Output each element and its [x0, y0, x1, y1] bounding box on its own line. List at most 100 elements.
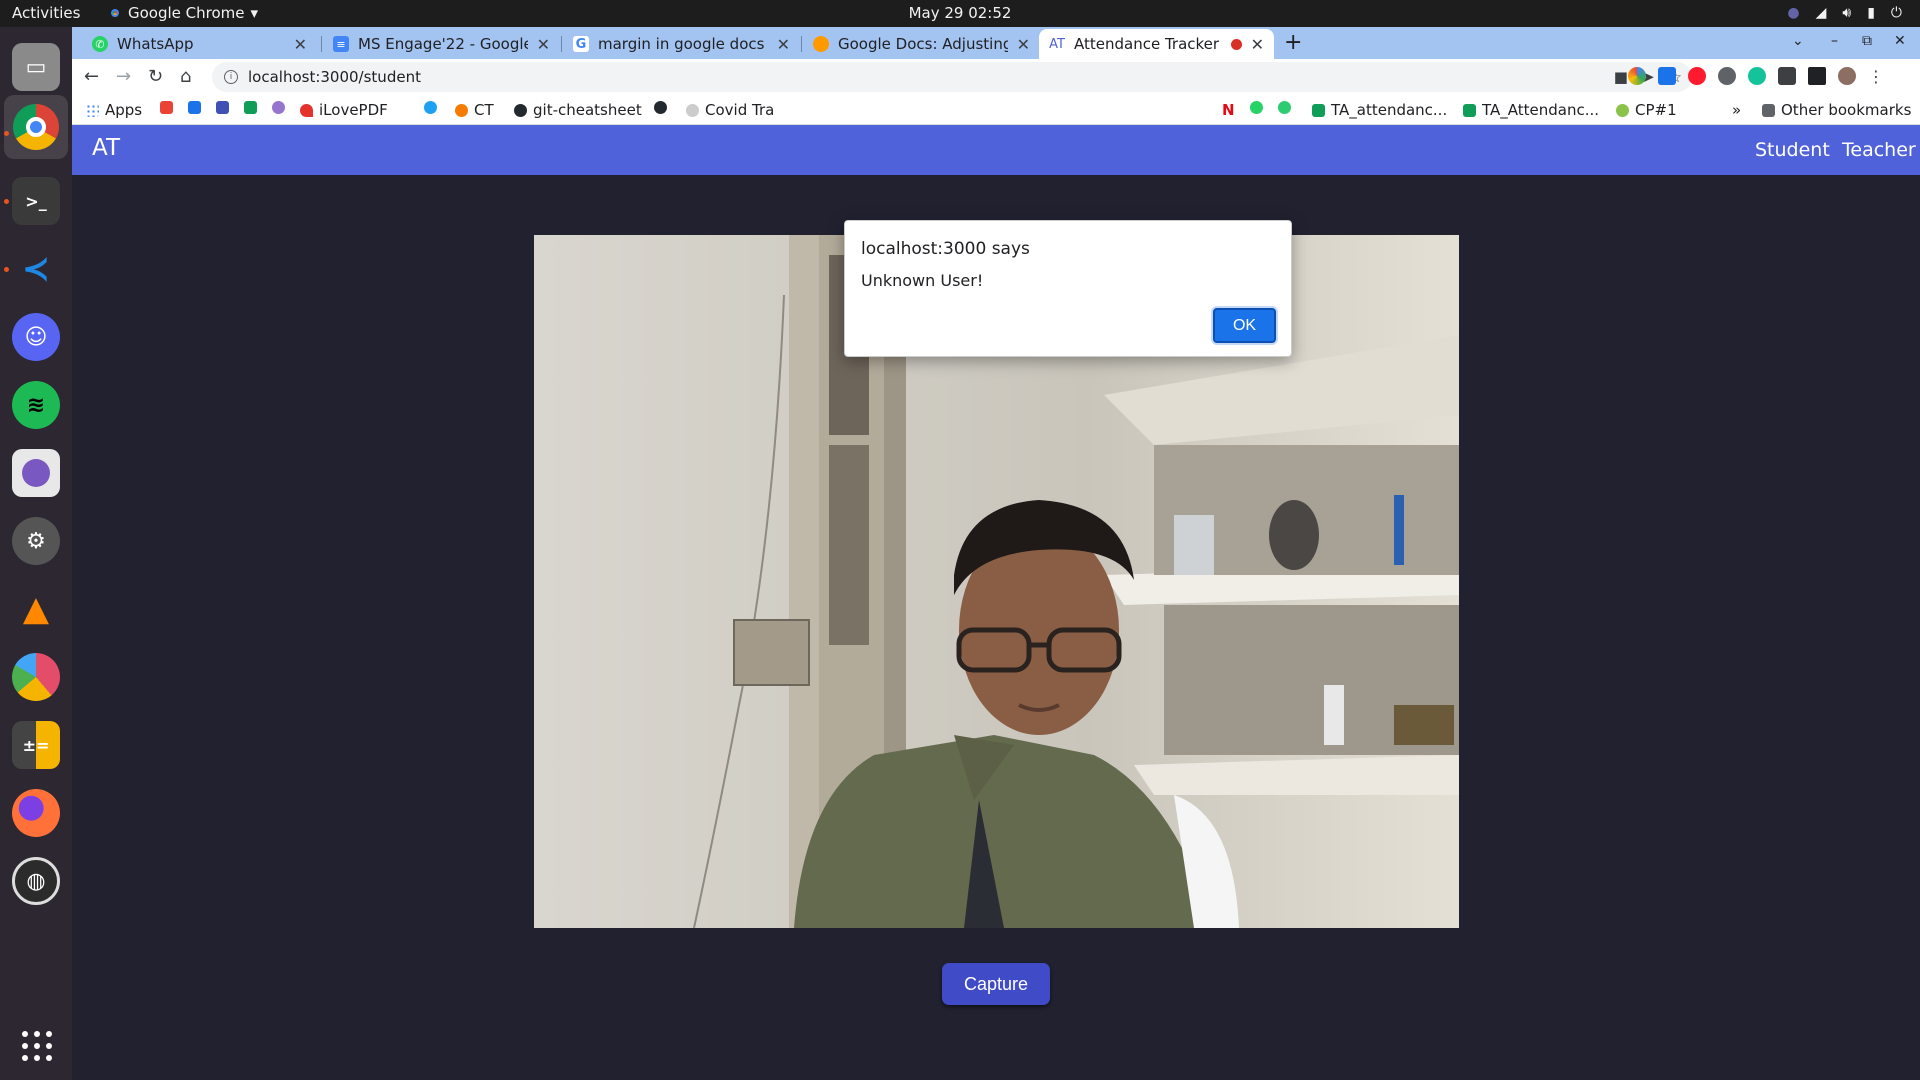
vscode-icon[interactable]: ≺ [12, 245, 60, 293]
close-icon[interactable]: ✕ [1251, 35, 1264, 54]
tab-docs-margins[interactable]: Google Docs: Adjusting Margins ✕ [803, 29, 1040, 59]
calculator-icon[interactable]: ±= [12, 721, 60, 769]
system-top-bar: Activities Google Chrome ▾ May 29 02:52 … [0, 0, 1920, 27]
at-icon: AT [1049, 36, 1065, 52]
sidebar-icon[interactable] [1808, 67, 1826, 85]
teams-icon[interactable]: ● [1787, 5, 1799, 21]
reload-icon[interactable]: ↻ [148, 66, 163, 87]
more-bookmarks-icon[interactable]: » [1732, 101, 1741, 119]
folder-icon [1762, 103, 1775, 117]
whatsapp-icon[interactable] [1250, 101, 1263, 114]
bookmark-apps[interactable]: Apps [86, 101, 142, 119]
dock: ▭ >_ ≺ ☺ ≋ ⚙ ▲ ±= ◍ [0, 27, 72, 1080]
ext-icon[interactable] [1718, 67, 1736, 85]
app-navbar: AT Student Teacher [72, 125, 1920, 175]
terminal-icon[interactable]: >_ [12, 177, 60, 225]
alert-dialog: localhost:3000 says Unknown User! OK [844, 220, 1292, 357]
heart-icon [300, 103, 313, 117]
apps-grid-icon [86, 103, 99, 117]
google-icon: G [573, 36, 589, 52]
recording-icon [1230, 38, 1242, 50]
grammarly-icon[interactable] [1748, 67, 1766, 85]
address-url: localhost:3000/student [248, 68, 421, 86]
bookmark-ilovepdf[interactable]: iLovePDF [300, 101, 388, 119]
page-content: AT Student Teacher Capture localhost:300… [72, 125, 1920, 1080]
menu-icon[interactable]: ⋮ [1868, 67, 1884, 86]
extension-icon[interactable] [1628, 67, 1646, 85]
settings-icon[interactable]: ⚙ [12, 517, 60, 565]
tab-label: MS Engage'22 - Google Docs [358, 35, 528, 53]
bookmark-icon[interactable] [216, 101, 229, 114]
twitter-icon[interactable] [424, 101, 437, 114]
obs-icon[interactable]: ◍ [12, 857, 60, 905]
files-icon[interactable]: ▭ [12, 43, 60, 91]
sheets-icon [1312, 103, 1325, 117]
drive-icon[interactable] [244, 101, 257, 114]
bookmark-cp1[interactable]: CP#1 [1616, 101, 1677, 119]
close-window-icon[interactable]: ✕ [1894, 33, 1906, 49]
wifi-icon[interactable]: ◢ [1816, 5, 1827, 21]
nav-teacher-link[interactable]: Teacher [1842, 139, 1916, 161]
vlc-icon[interactable]: ▲ [12, 585, 60, 633]
close-icon[interactable]: ✕ [1017, 35, 1030, 54]
github-icon[interactable] [654, 101, 667, 114]
tab-google-search[interactable]: G margin in google docs - Google Search … [563, 29, 800, 59]
bookmark-icon[interactable] [1278, 101, 1291, 114]
download-ext-icon[interactable] [1658, 67, 1676, 85]
close-icon[interactable]: ✕ [777, 35, 790, 54]
chrome-icon[interactable] [4, 95, 68, 159]
tab-search-icon[interactable]: ⌄ [1792, 33, 1804, 49]
puzzle-icon[interactable] [1778, 67, 1796, 85]
tab-whatsapp[interactable]: ✆ WhatsApp ✕ [82, 29, 317, 59]
capture-button[interactable]: Capture [942, 963, 1050, 1005]
tab-label: Google Docs: Adjusting Margins [838, 35, 1008, 53]
github-icon [514, 103, 527, 117]
webcam-icon[interactable] [12, 449, 60, 497]
bookmark-git-cheatsheet[interactable]: git-cheatsheet [514, 101, 642, 119]
ct-icon [455, 103, 468, 117]
clock[interactable]: May 29 02:52 [0, 4, 1920, 22]
nav-student-link[interactable]: Student [1755, 139, 1830, 161]
frog-icon [1616, 103, 1629, 117]
brand-logo[interactable]: AT [92, 135, 120, 161]
opera-ext-icon[interactable] [1688, 67, 1706, 85]
minimize-icon[interactable]: – [1831, 33, 1838, 49]
tab-label: WhatsApp [117, 35, 194, 53]
bookmark-ta-attendance-1[interactable]: TA_attendanc... [1312, 101, 1447, 119]
spotify-icon[interactable]: ≋ [12, 381, 60, 429]
bookmark-icon[interactable] [272, 101, 285, 114]
battery-icon[interactable]: ▮ [1867, 5, 1875, 21]
site-info-icon[interactable]: i [224, 70, 238, 84]
whatsapp-icon: ✆ [92, 36, 108, 52]
close-icon[interactable]: ✕ [294, 35, 307, 54]
docs-icon: ≡ [333, 36, 349, 52]
system-tray[interactable]: ● ◢ 🔊︎ ▮ ⏻ [1787, 5, 1902, 21]
tab-attendance-tracker[interactable]: AT Attendance Tracker ✕ [1039, 29, 1274, 59]
other-bookmarks[interactable]: Other bookmarks [1762, 101, 1911, 119]
forward-icon[interactable]: → [116, 66, 131, 87]
volume-icon[interactable]: 🔊︎ [1842, 5, 1851, 21]
restore-icon[interactable]: ⧉ [1862, 33, 1872, 49]
discord-icon[interactable]: ☺ [12, 313, 60, 361]
close-icon[interactable]: ✕ [537, 35, 550, 54]
new-tab-button[interactable]: + [1284, 30, 1302, 55]
gcf-icon [813, 36, 829, 52]
gmail-icon[interactable] [160, 101, 173, 114]
power-icon[interactable]: ⏻ [1891, 5, 1902, 21]
bookmark-ta-attendance-2[interactable]: TA_Attendanc... [1463, 101, 1599, 119]
firefox-icon[interactable] [12, 789, 60, 837]
pie-app-icon[interactable] [12, 653, 60, 701]
browser-toolbar: ← → ↻ ⌂ i localhost:3000/student ■ ➤ ☆ ⋮ [72, 59, 1920, 95]
netflix-icon[interactable]: N [1222, 101, 1235, 119]
tab-google-docs[interactable]: ≡ MS Engage'22 - Google Docs ✕ [323, 29, 560, 59]
bookmark-covid-tracker[interactable]: Covid Tra [686, 101, 774, 119]
back-icon[interactable]: ← [84, 66, 99, 87]
bookmark-icon[interactable] [188, 101, 201, 114]
home-icon[interactable]: ⌂ [180, 66, 191, 87]
bookmark-ct[interactable]: CT [455, 101, 494, 119]
show-apps-icon[interactable] [22, 1031, 52, 1061]
address-bar[interactable]: i localhost:3000/student ■ ➤ ☆ [212, 62, 1692, 92]
camera-in-use-icon[interactable]: ■ [1614, 68, 1628, 86]
avatar[interactable] [1838, 67, 1856, 85]
ok-button[interactable]: OK [1213, 308, 1276, 343]
